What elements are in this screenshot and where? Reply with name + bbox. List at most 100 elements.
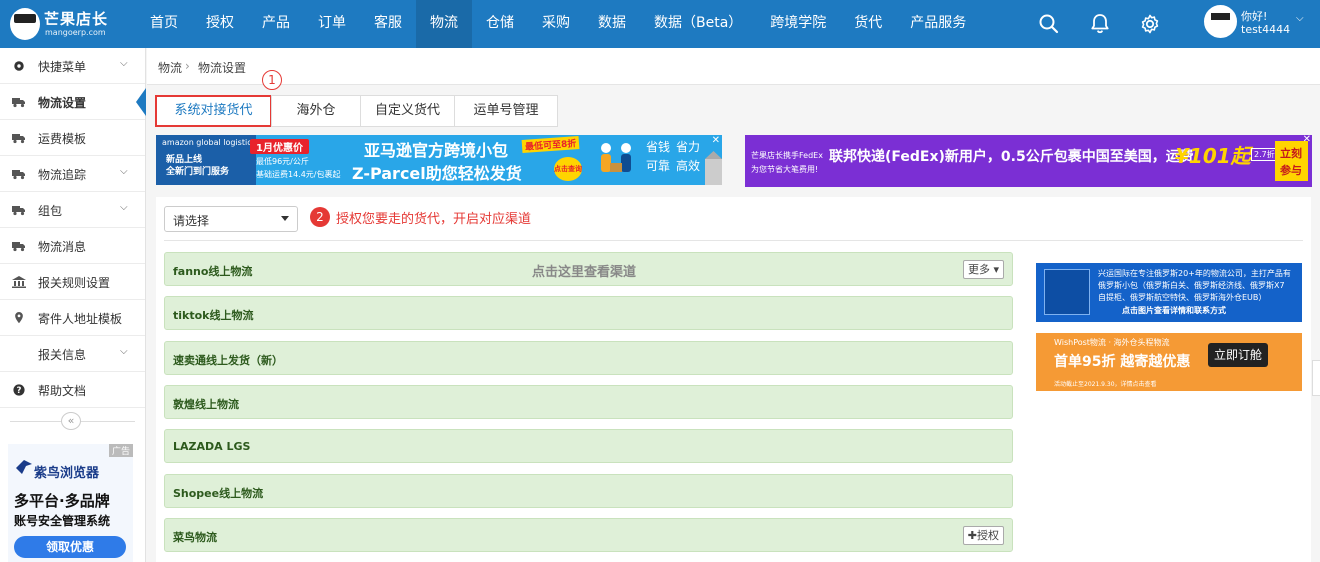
gear-icon: [14, 61, 24, 71]
more-button[interactable]: 更多 ▾: [962, 260, 1004, 279]
tab-system-forwarder[interactable]: 系统对接货代: [155, 95, 272, 127]
russia-logistics-ad[interactable]: 兴运国际在专注俄罗斯20+年的物流公司，主打产品有 俄罗斯小包（俄罗斯白关、俄罗…: [1036, 263, 1302, 322]
ad-tag: 广告: [108, 444, 133, 457]
banner-cta-button[interactable]: 点击查询: [554, 157, 582, 181]
sidebar-item-logistics-settings[interactable]: 物流设置: [0, 84, 146, 120]
question-icon: ?: [13, 384, 25, 396]
people-illustration-icon: [601, 143, 631, 172]
breadcrumb-root[interactable]: 物流: [158, 59, 182, 76]
step-badge-2: 2: [310, 207, 330, 227]
banner-promo: 最低可至8折: [521, 136, 580, 153]
sidebar-item-quick-menu[interactable]: 快捷菜单 ⌵: [0, 48, 145, 84]
nav-item-data-beta[interactable]: 数据（Beta）: [640, 0, 756, 48]
nav-item-home[interactable]: 首页: [136, 0, 192, 48]
forwarder-select[interactable]: 请选择: [164, 206, 298, 232]
banner-price-tag: 1月优惠价: [250, 139, 309, 154]
mango-mascot-icon: [10, 8, 40, 40]
tab-overseas-warehouse[interactable]: 海外仓: [271, 95, 361, 127]
main-nav: 首页 授权 产品 订单 客服 物流 仓储 采购 数据 数据（Beta） 跨境学院…: [136, 0, 980, 48]
channel-label: fanno线上物流: [173, 265, 253, 278]
nav-item-order[interactable]: 订单: [304, 0, 360, 48]
nav-item-academy[interactable]: 跨境学院: [756, 0, 840, 48]
sidebar-item-logistics-message[interactable]: 物流消息: [0, 228, 145, 264]
channel-view-link[interactable]: 点击这里查看渠道: [532, 261, 636, 280]
banner-subline: Z-Parcel助您轻松发货: [352, 164, 522, 183]
wishpost-ad[interactable]: WishPost物流 · 海外仓头程物流 首单95折 越寄越优惠 活动截止至20…: [1036, 333, 1302, 391]
channel-row-aliexpress[interactable]: 速卖通线上发货（新）: [164, 341, 1013, 375]
sidebar-ad[interactable]: 广告 紫鸟浏览器 多平台·多品牌 账号安全管理系统 领取优惠: [8, 444, 133, 562]
amazon-zparcel-banner[interactable]: amazon global logistics 新品上线 全新门到门服务 1月优…: [156, 135, 722, 185]
tab-tracking-number[interactable]: 运单号管理: [454, 95, 558, 127]
nav-item-auth[interactable]: 授权: [192, 0, 248, 48]
close-icon[interactable]: ✕: [1303, 135, 1311, 145]
avatar: [1204, 5, 1237, 38]
nav-item-logistics[interactable]: 物流: [416, 0, 472, 48]
truck-icon: [12, 98, 25, 108]
top-header: 芒果店长 mangoerp.com 首页 授权 产品 订单 客服 物流 仓储 采…: [0, 0, 1320, 48]
step-badge-1: 1: [262, 70, 282, 90]
banner-headline: 亚马逊官方跨境小包: [364, 141, 509, 160]
building-icon: [705, 151, 722, 185]
banner-word-4: 高效: [676, 159, 701, 173]
banner-left-line2: 全新门到门服务: [166, 167, 230, 177]
channel-label: Shopee线上物流: [173, 487, 264, 500]
channel-row-lazada[interactable]: LAZADA LGS: [164, 429, 1013, 463]
sidebar: 快捷菜单 ⌵ 物流设置 运费模板 物流追踪 ⌵ 组包 ⌵ 物流消息 报关规则设置…: [0, 48, 146, 562]
breadcrumb-current: 物流设置: [198, 61, 247, 75]
sidebar-item-label: 寄件人地址模板: [38, 312, 123, 326]
banner-price1: 最低96元/公斤: [256, 157, 309, 166]
breadcrumb-separator: ›: [185, 59, 190, 73]
nav-item-service[interactable]: 客服: [360, 0, 416, 48]
nav-item-product-service[interactable]: 产品服务: [896, 0, 980, 48]
nav-item-data[interactable]: 数据: [584, 0, 640, 48]
channel-row-cainiao[interactable]: 菜鸟物流 ✚授权: [164, 518, 1013, 552]
ad-headline: 多平台·多品牌: [14, 492, 110, 510]
sidebar-item-tracking[interactable]: 物流追踪 ⌵: [0, 156, 145, 192]
nav-item-warehouse[interactable]: 仓储: [472, 0, 528, 48]
side-ad1-text1: 兴运国际在专注俄罗斯20+年的物流公司，主打产品有: [1098, 269, 1291, 278]
chevron-down-icon: ⌵: [120, 166, 128, 177]
book-now-button[interactable]: 立即订舱: [1208, 343, 1268, 367]
user-menu[interactable]: 你好! test4444 ⌵: [1204, 5, 1314, 43]
channel-row-fanno[interactable]: fanno线上物流 点击这里查看渠道 更多 ▾: [164, 252, 1013, 286]
sidebar-item-packaging[interactable]: 组包 ⌵: [0, 192, 145, 228]
settings-gear-icon[interactable]: [1138, 12, 1162, 36]
sidebar-item-sender-address[interactable]: 寄件人地址模板: [0, 300, 145, 336]
channel-row-tiktok[interactable]: tiktok线上物流: [164, 296, 1013, 330]
sidebar-item-freight-template[interactable]: 运费模板: [0, 120, 145, 156]
bell-icon[interactable]: [1088, 12, 1112, 36]
nav-item-purchase[interactable]: 采购: [528, 0, 584, 48]
sidebar-item-label: 帮助文档: [38, 384, 87, 398]
side-ad1-cta[interactable]: 点击图片查看详情和联系方式: [1122, 305, 1226, 316]
chevron-down-icon: ⌵: [120, 202, 128, 213]
sidebar-item-customs-info[interactable]: 报关信息 ⌵: [0, 336, 145, 372]
caret-down-icon: [281, 216, 289, 221]
channel-row-shopee[interactable]: Shopee线上物流: [164, 474, 1013, 508]
side-ad2-headline: 首单95折 越寄越优惠: [1054, 354, 1191, 370]
divider: [164, 240, 1303, 241]
sidebar-item-label: 快捷菜单: [38, 60, 87, 74]
authorize-button[interactable]: ✚授权: [962, 526, 1004, 545]
tab-bar: 系统对接货代 海外仓 自定义货代 运单号管理: [155, 95, 558, 127]
channel-row-dhgate[interactable]: 敦煌线上物流: [164, 385, 1013, 419]
nav-item-forwarder[interactable]: 货代: [840, 0, 896, 48]
nav-item-product[interactable]: 产品: [248, 0, 304, 48]
ad-cta-button[interactable]: 领取优惠: [14, 536, 126, 558]
app-logo[interactable]: 芒果店长 mangoerp.com: [8, 5, 138, 43]
sidebar-item-label: 物流设置: [38, 96, 87, 110]
tab-custom-forwarder[interactable]: 自定义货代: [360, 95, 455, 127]
collapse-sidebar-button[interactable]: «: [61, 412, 81, 430]
channel-label: 菜鸟物流: [173, 531, 217, 544]
sidebar-item-help[interactable]: ? 帮助文档: [0, 372, 145, 408]
banner2-price: ¥101起: [1175, 144, 1251, 168]
banner2-pre: 芒果店长携手FedEx: [751, 151, 823, 160]
channel-label: LAZADA LGS: [173, 440, 251, 453]
close-icon[interactable]: ✕: [712, 135, 720, 146]
sidebar-item-label: 物流追踪: [38, 168, 87, 182]
sidebar-item-customs-rules[interactable]: 报关规则设置: [0, 264, 145, 300]
right-drawer-handle[interactable]: [1312, 360, 1320, 396]
fedex-banner[interactable]: 芒果店长携手FedEx 为您节省大笔费用! 联邦快递(FedEx)新用户，0.5…: [745, 135, 1312, 187]
ad-brand: 紫鸟浏览器: [34, 466, 100, 481]
search-icon[interactable]: [1037, 12, 1061, 36]
banner2-cta-button[interactable]: 立刻 参与: [1275, 141, 1308, 181]
